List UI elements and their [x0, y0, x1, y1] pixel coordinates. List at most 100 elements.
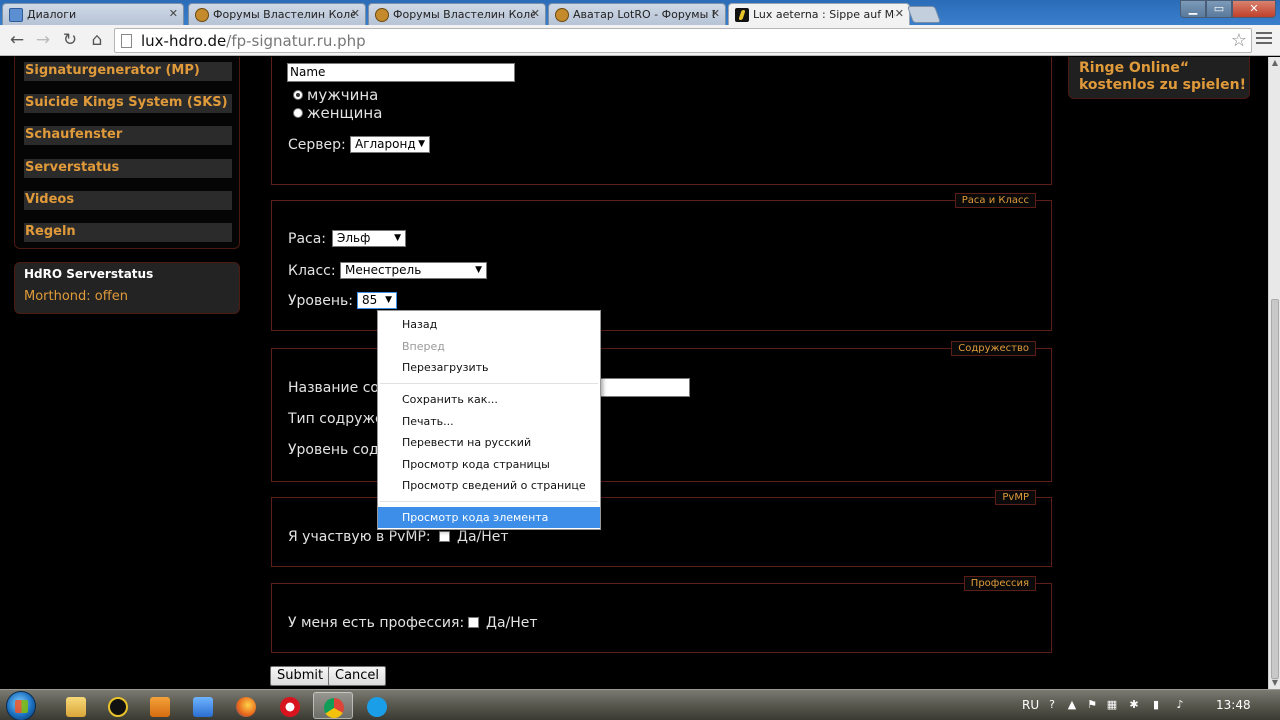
promo-line-1: Ringe Online“ — [1079, 60, 1190, 76]
sidebar-item-regeln[interactable]: Regeln — [24, 223, 232, 242]
firefox-icon — [236, 697, 256, 717]
tab-title: Диалоги — [27, 8, 77, 21]
taskbar-opera[interactable] — [270, 692, 310, 719]
taskbar-app[interactable] — [183, 692, 223, 719]
taskbar-lotro[interactable] — [98, 692, 138, 719]
submit-button[interactable]: Submit — [270, 666, 331, 686]
back-arrow-icon[interactable]: ← — [6, 30, 28, 50]
sidebar-item-serverstatus[interactable]: Serverstatus — [24, 159, 232, 178]
chrome-menu-icon[interactable] — [1256, 32, 1272, 48]
pvmp-legend: PvMP — [995, 490, 1036, 505]
class-select[interactable]: Менестрель ▼ — [340, 262, 487, 279]
server-select[interactable]: Агларонд ▼ — [350, 136, 430, 153]
chevron-down-icon: ▼ — [385, 295, 392, 305]
race-label: Раса: — [288, 231, 327, 247]
tray-network-icon[interactable]: ▦ — [1106, 699, 1118, 711]
close-window-button[interactable]: ✕ — [1232, 0, 1276, 18]
taskbar-firefox[interactable] — [226, 692, 266, 719]
gender-male-radio[interactable] — [293, 90, 303, 100]
home-icon[interactable]: ⌂ — [86, 30, 108, 50]
context-menu: Назад Вперед Перезагрузить Сохранить как… — [377, 310, 601, 530]
menu-item-forward[interactable]: Вперед — [378, 336, 600, 357]
sidebar-item-videos[interactable]: Videos — [24, 191, 232, 210]
level-select-value: 85 — [362, 293, 378, 307]
pvmp-checkbox[interactable] — [439, 531, 450, 542]
menu-item-inspect-element[interactable]: Просмотр кода элемента — [378, 507, 600, 528]
tray-flag-icon[interactable]: ⚑ — [1086, 699, 1098, 711]
taskbar-media[interactable] — [140, 692, 180, 719]
menu-item-translate[interactable]: Перевести на русский — [378, 432, 600, 453]
profession-legend: Профессия — [963, 576, 1036, 591]
clock[interactable]: 13:48 — [1216, 698, 1251, 712]
sidebar-item-schaufenster[interactable]: Schaufenster — [24, 126, 232, 145]
menu-item-view-source[interactable]: Просмотр кода страницы — [378, 454, 600, 475]
forward-arrow-icon[interactable]: → — [32, 30, 54, 50]
bookmark-star-icon[interactable]: ☆ — [1231, 30, 1247, 51]
tab-forum-1[interactable]: Форумы Властелин Колец ✕ — [188, 3, 366, 25]
scroll-up-icon[interactable]: ▲ — [1269, 57, 1280, 69]
folder-icon — [66, 697, 86, 717]
gender-female-radio[interactable] — [293, 108, 303, 118]
language-indicator[interactable]: RU — [1022, 698, 1039, 712]
fellowship-level-label: Уровень содр — [288, 442, 388, 458]
taskbar-chrome[interactable] — [313, 692, 353, 719]
page-scrollbar[interactable]: ▲ ▼ — [1268, 57, 1280, 689]
tab-forum-2[interactable]: Форумы Властелин Колец ✕ — [368, 3, 546, 25]
media-player-icon — [150, 697, 170, 717]
tab-close-icon[interactable]: ✕ — [351, 7, 360, 20]
promo-banner[interactable]: Ringe Online“ kostenlos zu spielen! — [1068, 57, 1250, 99]
scroll-down-icon[interactable]: ▼ — [1269, 677, 1280, 689]
sidebar-item-sks[interactable]: Suicide Kings System (SKS) — [24, 94, 232, 113]
url-host: lux-hdro.de — [141, 32, 227, 50]
cancel-button[interactable]: Cancel — [328, 666, 387, 686]
tab-close-icon[interactable]: ✕ — [169, 7, 178, 20]
fellowship-name-label: Название со — [288, 380, 379, 396]
server-select-value: Агларонд — [355, 137, 416, 151]
character-name-input[interactable]: Name — [287, 63, 515, 82]
menu-item-print[interactable]: Печать... — [378, 411, 600, 432]
menu-separator — [380, 501, 598, 502]
page-icon — [121, 34, 132, 48]
race-select[interactable]: Эльф ▼ — [332, 230, 406, 247]
tray-volume-icon[interactable]: ♪ — [1174, 699, 1186, 711]
tab-avatar-forum[interactable]: Аватар LotRO - Форумы Властелин Колец ✕ — [548, 3, 726, 25]
race-select-value: Эльф — [337, 231, 371, 245]
menu-item-save-as[interactable]: Сохранить как... — [378, 389, 600, 410]
fellowship-name-input[interactable] — [590, 378, 690, 397]
fellowship-type-label: Тип содруже — [288, 411, 384, 427]
tab-close-icon[interactable]: ✕ — [895, 7, 904, 20]
tab-title: Аватар LotRO - Форумы Властелин Колец — [573, 8, 715, 21]
class-select-value: Менестрель — [345, 263, 422, 277]
tab-lux-aeterna[interactable]: Lux aeterna : Sippe auf Morthond ✕ — [728, 3, 910, 26]
tab-close-icon[interactable]: ✕ — [711, 7, 720, 20]
tray-signal-icon[interactable]: ▮ — [1150, 699, 1162, 711]
skype-icon — [367, 697, 387, 717]
tray-bluetooth-icon[interactable]: ✱ — [1128, 699, 1140, 711]
scrollbar-thumb[interactable] — [1271, 299, 1279, 679]
address-bar[interactable]: lux-hdro.de/fp-signatur.ru.php ☆ — [114, 28, 1252, 53]
start-button[interactable] — [6, 691, 36, 720]
server-status-value: Morthond: offen — [24, 289, 128, 304]
taskbar-skype[interactable] — [357, 692, 397, 719]
lotro-ring-icon — [108, 697, 128, 717]
tray-help-icon[interactable]: ? — [1046, 699, 1058, 711]
menu-item-back[interactable]: Назад — [378, 314, 600, 335]
level-label: Уровень: — [288, 293, 353, 309]
fellowship-legend: Содружество — [951, 341, 1036, 356]
chrome-icon — [324, 698, 344, 718]
tray-expand-icon[interactable]: ▲ — [1066, 699, 1078, 711]
profession-checkbox[interactable] — [468, 617, 479, 628]
minimize-button[interactable]: ▁ — [1180, 0, 1206, 18]
ring-favicon-icon — [195, 8, 209, 22]
tab-title: Форумы Властелин Колец — [393, 8, 535, 21]
tab-dialogs[interactable]: Диалоги ✕ — [2, 3, 184, 25]
new-tab-button[interactable] — [906, 6, 942, 23]
reload-icon[interactable]: ↻ — [59, 30, 81, 50]
level-select[interactable]: 85 ▼ — [357, 292, 397, 309]
tab-close-icon[interactable]: ✕ — [531, 7, 540, 20]
maximize-button[interactable]: ▭ — [1206, 0, 1232, 18]
menu-item-page-info[interactable]: Просмотр сведений о странице — [378, 475, 600, 496]
sidebar-item-signaturgenerator[interactable]: Signaturgenerator (MP) — [24, 62, 232, 81]
taskbar-explorer[interactable] — [56, 692, 96, 719]
menu-item-reload[interactable]: Перезагрузить — [378, 357, 600, 378]
